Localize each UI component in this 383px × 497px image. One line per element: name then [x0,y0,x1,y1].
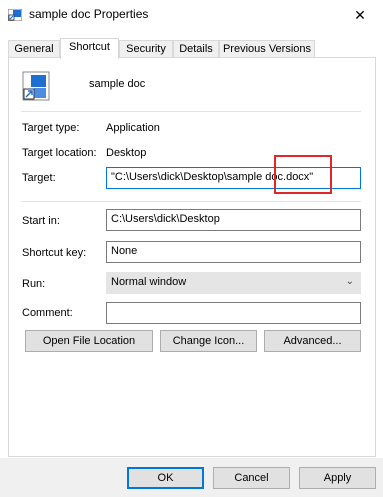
run-label: Run: [22,278,46,290]
document-icon [22,71,50,101]
start-in-label: Start in: [22,215,60,227]
close-icon: ✕ [354,6,366,23]
apply-button[interactable]: Apply [299,467,376,489]
tab-shortcut[interactable]: Shortcut [60,38,119,59]
open-file-location-button[interactable]: Open File Location [25,330,153,352]
target-location-label: Target location: [22,147,97,159]
tab-strip: General Shortcut Security Details Previo… [8,38,376,59]
tab-general[interactable]: General [8,40,60,57]
tab-previous-versions[interactable]: Previous Versions [219,40,315,57]
shortcut-key-label: Shortcut key: [22,247,87,259]
cancel-button[interactable]: Cancel [213,467,290,489]
window-title: sample doc Properties [29,7,149,21]
tab-security[interactable]: Security [119,40,173,57]
ok-button[interactable]: OK [127,467,204,489]
divider [21,111,361,112]
target-label: Target: [22,172,56,184]
divider [21,201,361,202]
target-type-value: Application [106,122,160,134]
target-location-value: Desktop [106,147,147,159]
close-button[interactable]: ✕ [337,0,383,30]
comment-input[interactable] [106,302,361,324]
shortcut-key-input[interactable]: None [106,241,361,263]
red-highlight-box [274,155,332,194]
title-bar: sample doc Properties ✕ [0,0,383,30]
dialog-footer: OK Cancel Apply [0,458,383,497]
start-in-input[interactable]: C:\Users\dick\Desktop [106,209,361,231]
target-type-label: Target type: [22,122,80,134]
shortcut-name: sample doc [89,78,146,90]
run-select[interactable]: Normal window ⌄ [106,272,361,294]
comment-label: Comment: [22,307,73,319]
advanced-button[interactable]: Advanced... [264,330,361,352]
document-shortcut-icon [8,9,22,21]
chevron-down-icon: ⌄ [345,276,354,287]
tab-details[interactable]: Details [173,40,219,57]
change-icon-button[interactable]: Change Icon... [160,330,257,352]
run-select-value: Normal window [111,276,187,288]
